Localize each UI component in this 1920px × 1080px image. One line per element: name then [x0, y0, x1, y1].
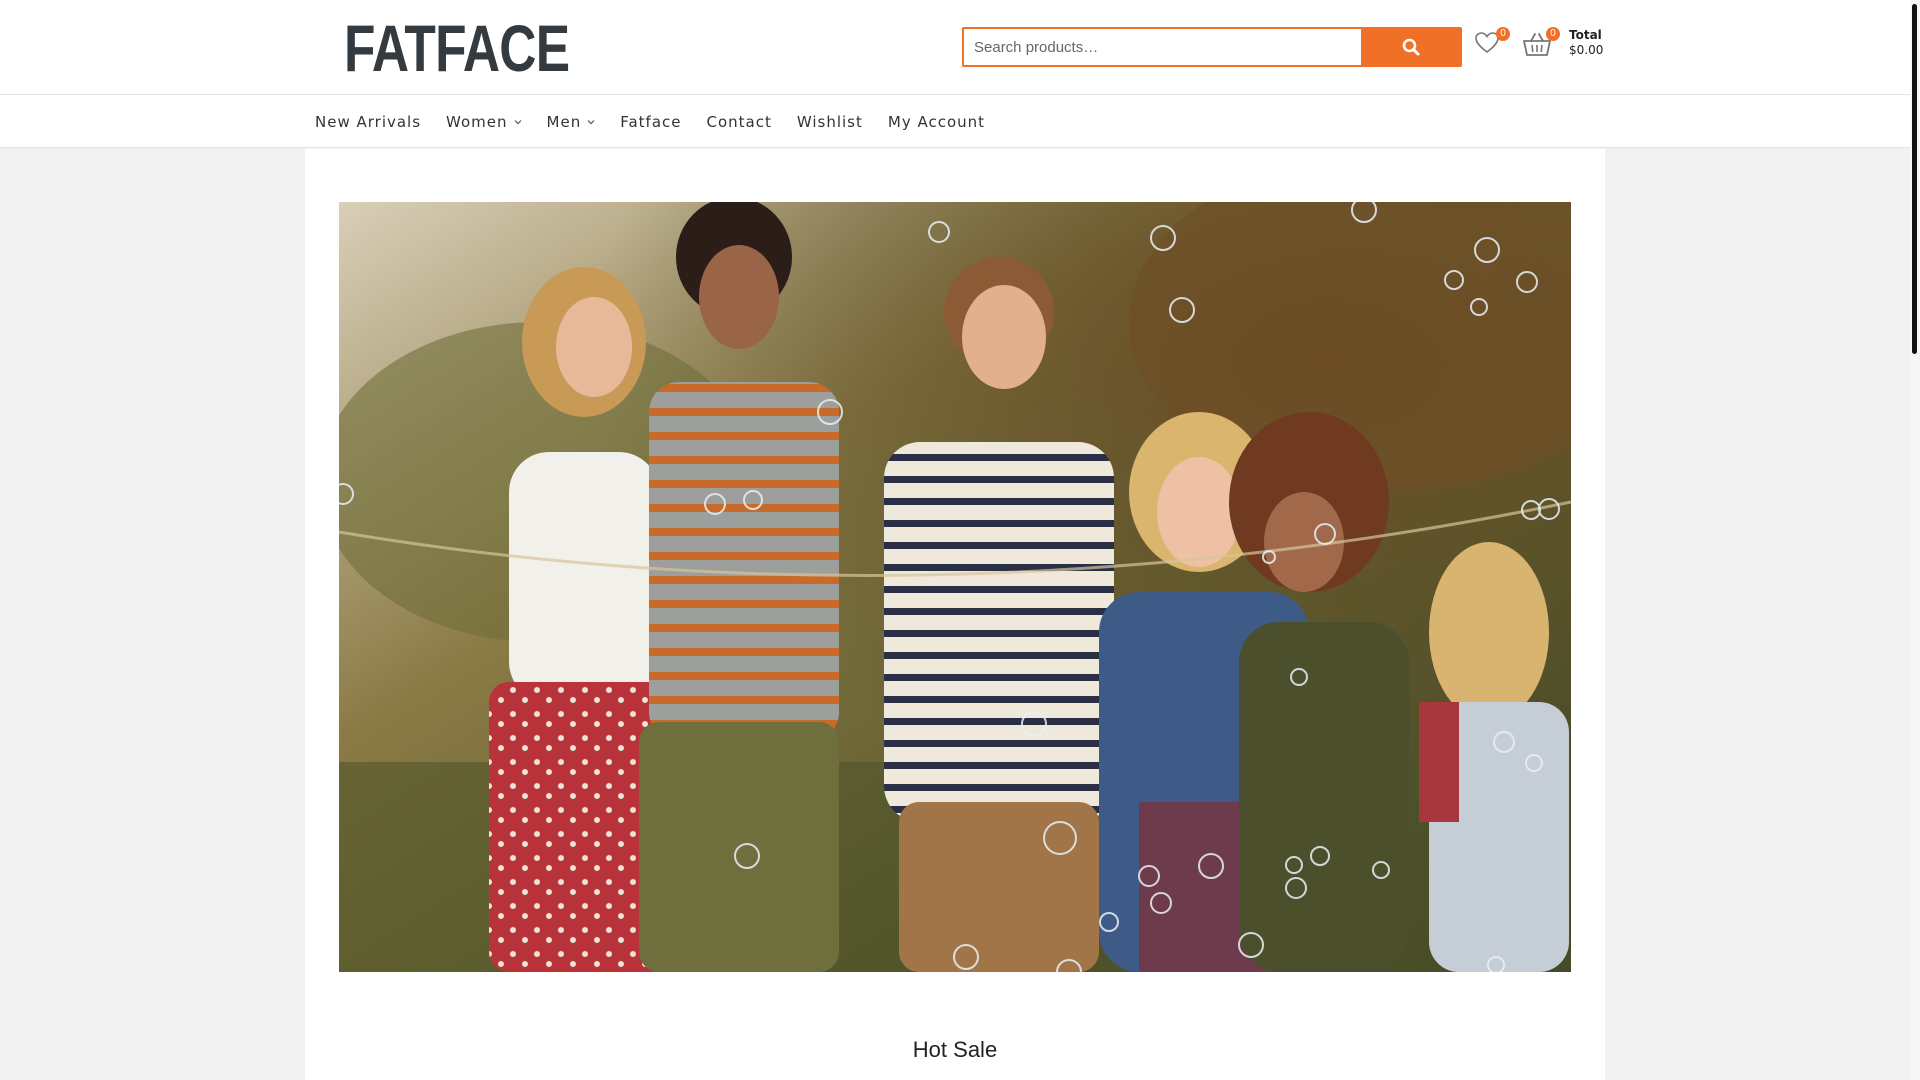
nav-item-label: Women — [446, 112, 508, 131]
nav-item-new-arrivals[interactable]: New Arrivals — [315, 113, 421, 131]
site-header: FATFACE 0 0 Total $0.00 — [0, 0, 1910, 95]
nav-item-label: Contact — [706, 112, 772, 131]
cart-count-badge: 0 — [1546, 27, 1560, 41]
wishlist-button[interactable]: 0 — [1474, 27, 1510, 61]
search-input[interactable] — [964, 29, 1361, 65]
search-icon — [1402, 38, 1419, 56]
site-logo[interactable]: FATFACE — [344, 10, 570, 86]
chevron-down-icon — [514, 119, 521, 124]
nav-item-men[interactable]: Men — [547, 113, 596, 131]
nav-item-wishlist[interactable]: Wishlist — [797, 113, 863, 131]
nav-item-label: My Account — [887, 112, 986, 131]
hero-photo — [339, 202, 1571, 972]
scrollbar-thumb[interactable] — [1912, 4, 1917, 354]
cart-total-label: Total — [1569, 28, 1602, 42]
cart-total[interactable]: Total $0.00 — [1569, 28, 1603, 58]
page-scrollbar[interactable] — [1910, 0, 1920, 1080]
nav-item-label: Wishlist — [796, 112, 863, 131]
cart-total-value: $0.00 — [1569, 43, 1604, 57]
chevron-down-icon — [587, 119, 595, 124]
nav-item-my-account[interactable]: My Account — [888, 113, 985, 131]
nav-item-women[interactable]: Women — [446, 113, 521, 131]
nav-item-label: Fatface — [620, 112, 682, 131]
search-button[interactable] — [1361, 29, 1460, 65]
wishlist-count-badge: 0 — [1496, 27, 1510, 41]
hot-sale-heading: Hot Sale — [912, 1037, 998, 1062]
nav-item-contact[interactable]: Contact — [707, 113, 772, 131]
search-form — [962, 27, 1462, 67]
main-navigation: New Arrivals Women Men Fatface Contact W… — [0, 95, 1910, 148]
main-content: Hot Sale — [305, 149, 1605, 1080]
nav-item-fatface[interactable]: Fatface — [620, 113, 681, 131]
cart-button[interactable]: 0 — [1522, 27, 1560, 61]
hero-banner-image[interactable] — [339, 202, 1571, 972]
nav-item-label: Men — [546, 112, 582, 131]
nav-item-label: New Arrivals — [315, 112, 422, 131]
